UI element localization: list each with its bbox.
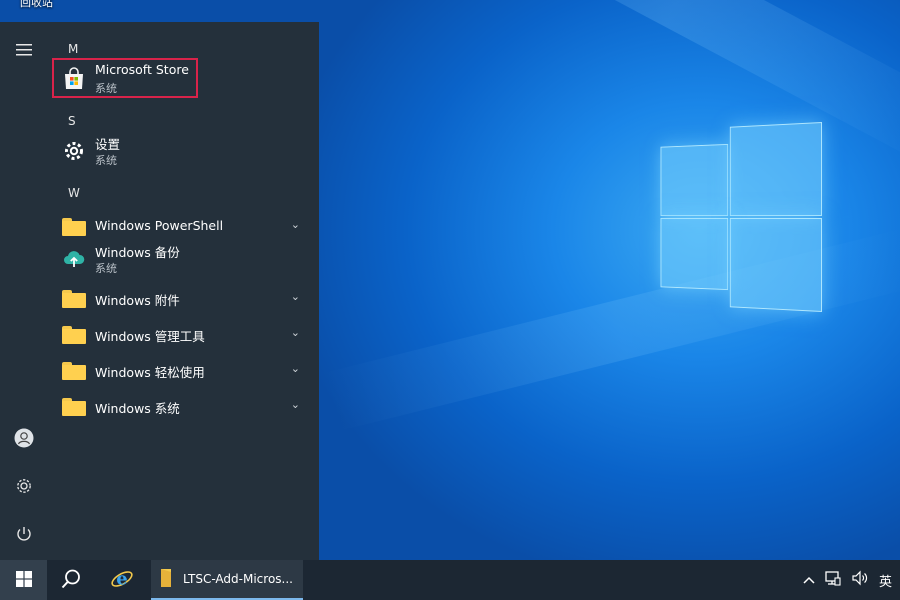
app-name: Windows 轻松使用 [95, 365, 205, 380]
search-button[interactable] [47, 560, 95, 600]
svg-text:e: e [116, 568, 127, 589]
section-letter-w[interactable]: W [68, 186, 80, 200]
desktop-recycle-bin-label[interactable]: 回收站 [20, 0, 53, 10]
app-name: Microsoft Store [95, 62, 189, 77]
section-letter-s[interactable]: S [68, 114, 76, 128]
app-name: Windows PowerShell [95, 218, 224, 233]
app-name: Windows 备份 [95, 245, 180, 260]
power-icon [15, 525, 33, 547]
chevron-down-icon: ⌄ [290, 398, 300, 411]
app-subtitle: 系统 [95, 262, 117, 275]
app-name: Windows 附件 [95, 293, 180, 308]
settings-button[interactable] [8, 472, 40, 504]
gear-icon [15, 477, 33, 499]
app-folder-windows-admin-tools[interactable]: Windows 管理工具 ⌄ [54, 316, 310, 352]
expand-menu-button[interactable] [8, 34, 40, 66]
app-folder-windows-powershell[interactable]: Windows PowerShell ⌄ [54, 208, 310, 244]
search-icon [60, 568, 82, 593]
internet-explorer-icon: e [110, 567, 134, 594]
chevron-down-icon: ⌄ [290, 218, 300, 231]
window-title: LTSC-Add-Micros... [183, 572, 293, 586]
folder-icon [62, 290, 86, 308]
app-name: Windows 管理工具 [95, 329, 205, 344]
gear-icon [62, 139, 86, 161]
app-windows-backup[interactable]: Windows 备份 系统 [54, 240, 310, 276]
network-icon[interactable] [825, 570, 841, 590]
ime-indicator[interactable]: 英 [879, 571, 892, 590]
taskbar-file-explorer-window[interactable]: LTSC-Add-Micros... [151, 560, 303, 600]
start-button[interactable] [0, 560, 47, 600]
light-beam [398, 0, 900, 167]
chevron-down-icon: ⌄ [290, 362, 300, 375]
hamburger-icon [16, 41, 32, 60]
folder-icon [62, 218, 86, 236]
volume-icon[interactable] [851, 570, 869, 590]
app-name: Windows 系统 [95, 401, 180, 416]
user-account-button[interactable] [8, 424, 40, 456]
folder-icon [62, 398, 86, 416]
chevron-up-icon[interactable] [803, 573, 815, 588]
app-folder-windows-accessories[interactable]: Windows 附件 ⌄ [54, 280, 310, 316]
app-folder-windows-ease-of-access[interactable]: Windows 轻松使用 ⌄ [54, 352, 310, 388]
internet-explorer-button[interactable]: e [98, 560, 146, 600]
windows-logo-wallpaper [660, 122, 822, 312]
store-bag-icon [62, 67, 86, 89]
folder-icon [62, 326, 86, 344]
app-subtitle: 系统 [95, 154, 117, 167]
windows-logo-icon [15, 570, 32, 590]
app-subtitle: 系统 [95, 82, 117, 95]
backup-cloud-icon [62, 247, 86, 269]
chevron-down-icon: ⌄ [290, 290, 300, 303]
app-name: 设置 [95, 137, 121, 152]
folder-icon [159, 568, 175, 591]
chevron-down-icon: ⌄ [290, 326, 300, 339]
app-microsoft-store[interactable]: Microsoft Store 系统 [52, 58, 198, 98]
power-button[interactable] [8, 520, 40, 552]
system-tray: 英 [803, 560, 900, 600]
start-menu: M S W Microsoft Store 系统 设置 系统 Windows P… [0, 22, 319, 560]
app-settings[interactable]: 设置 系统 [54, 132, 310, 168]
folder-icon [62, 362, 86, 380]
app-folder-windows-system[interactable]: Windows 系统 ⌄ [54, 388, 310, 424]
section-letter-m[interactable]: M [68, 42, 78, 56]
taskbar: e LTSC-Add-Micros... 英 [0, 560, 900, 600]
user-avatar-icon [14, 428, 34, 452]
